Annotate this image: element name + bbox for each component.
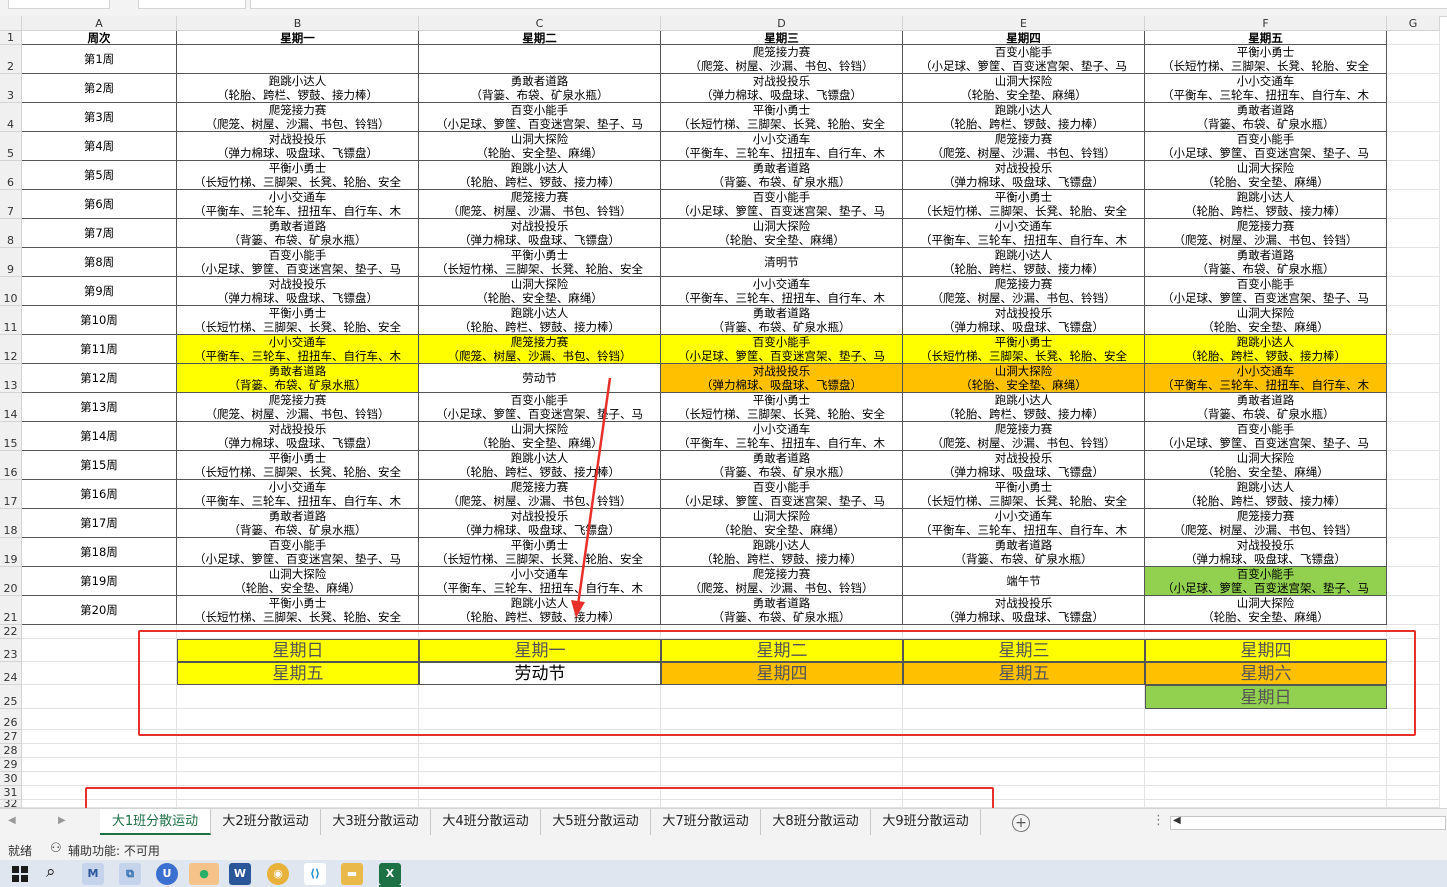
sheet-tab[interactable]: 大3班分散运动	[321, 809, 431, 835]
sheet-tab[interactable]: 大2班分散运动	[211, 809, 321, 835]
word-icon[interactable]: W	[229, 863, 251, 885]
add-sheet-icon[interactable]: +	[1012, 814, 1030, 832]
search-icon[interactable]: ⌕	[46, 862, 56, 882]
sheet-tab[interactable]: 大7班分散运动	[651, 809, 761, 835]
accessibility-status[interactable]: 辅助功能: 不可用	[68, 842, 160, 859]
annotation-arrow	[571, 377, 612, 618]
folder-icon[interactable]: ▬	[341, 863, 363, 885]
status-ready: 就绪	[8, 844, 33, 858]
wechat-icon[interactable]: ●	[189, 863, 219, 885]
sheet-tab[interactable]: 大4班分散运动	[431, 809, 541, 835]
scroll-left-icon[interactable]: ◀	[8, 815, 16, 826]
horizontal-scrollbar[interactable]: ◀	[1170, 815, 1446, 830]
sheet-tab[interactable]: 大8班分散运动	[761, 809, 871, 835]
app-icon-2[interactable]: ⧉	[119, 863, 141, 885]
chrome-icon[interactable]: ◉	[267, 863, 289, 885]
scroll-right-icon[interactable]: ▶	[58, 815, 66, 826]
app-icon[interactable]: M	[82, 863, 104, 885]
sheet-tab[interactable]: 大9班分散运动	[871, 809, 981, 835]
sheet-tab[interactable]: 大5班分散运动	[541, 809, 651, 835]
ub-icon[interactable]: U	[156, 863, 178, 885]
excel-icon[interactable]: X	[379, 863, 401, 885]
status-bar: 就绪 ⚇ 辅助功能: 不可用	[0, 838, 1447, 860]
windows-start-icon[interactable]	[12, 866, 28, 882]
windows-taskbar: ⌕ M ⧉ U ● W ◉ ⟨⟩ ▬ X	[0, 860, 1447, 887]
sheet-tab[interactable]: 大1班分散运动	[100, 809, 211, 835]
more-options-icon[interactable]: ⋮	[1152, 813, 1165, 828]
accessibility-icon: ⚇	[50, 841, 62, 856]
sheet-tab-bar: ◀ ▶ 大1班分散运动 大2班分散运动 大3班分散运动 大4班分散运动 大5班分散运动大…	[0, 808, 1447, 839]
vscode-icon[interactable]: ⟨⟩	[304, 863, 326, 885]
scrollbar-left-arrow-icon[interactable]: ◀	[1173, 815, 1181, 826]
